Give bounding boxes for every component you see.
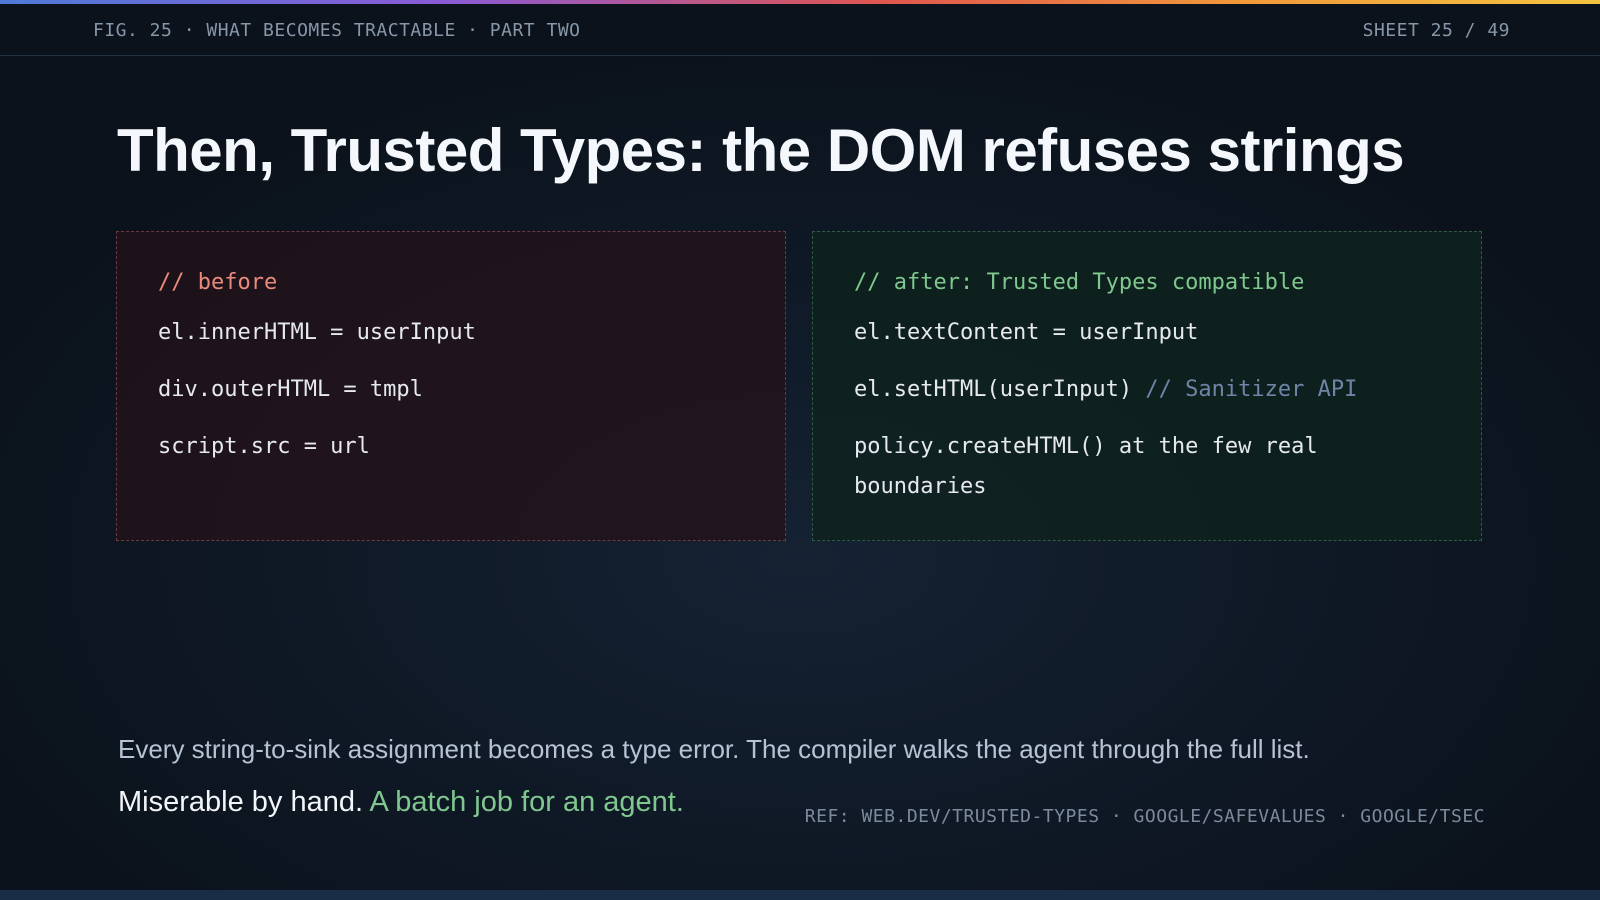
before-comment: // before [158, 270, 278, 295]
code-line: el.setHTML(userInput) // Sanitizer API [854, 370, 1441, 410]
code-text: policy.createHTML() at the few real boun… [854, 434, 1318, 499]
summary-text: Every string-to-sink assignment becomes … [118, 734, 1310, 764]
code-text: el.textContent = userInput [854, 320, 1199, 345]
bottom-bar [0, 890, 1600, 900]
code-line: policy.createHTML() at the few real boun… [854, 427, 1441, 507]
takeaway-text: Miserable by hand. A batch job for an ag… [118, 786, 684, 819]
figure-label: FIG. 25 · WHAT BECOMES TRACTABLE · PART … [93, 20, 581, 41]
takeaway-accent: A batch job for an agent. [369, 786, 684, 818]
slide-header: FIG. 25 · WHAT BECOMES TRACTABLE · PART … [0, 4, 1600, 56]
slide-title: Then, Trusted Types: the DOM refuses str… [117, 117, 1405, 184]
before-code-panel: // before el.innerHTML = userInput div.o… [116, 231, 786, 541]
after-comment: // after: Trusted Types compatible [854, 270, 1305, 295]
after-code-panel: // after: Trusted Types compatible el.te… [812, 231, 1482, 541]
takeaway-plain: Miserable by hand. [118, 786, 370, 818]
inline-comment: // Sanitizer API [1145, 377, 1358, 402]
code-line: script.src = url [158, 434, 370, 459]
code-line: div.outerHTML = tmpl [158, 377, 423, 402]
sheet-counter: SHEET 25 / 49 [1362, 20, 1510, 41]
reference-line: REF: WEB.DEV/TRUSTED-TYPES · GOOGLE/SAFE… [804, 806, 1485, 827]
code-line: el.textContent = userInput [854, 313, 1441, 353]
code-line: el.innerHTML = userInput [158, 320, 476, 345]
code-text: el.setHTML(userInput) [854, 377, 1146, 402]
